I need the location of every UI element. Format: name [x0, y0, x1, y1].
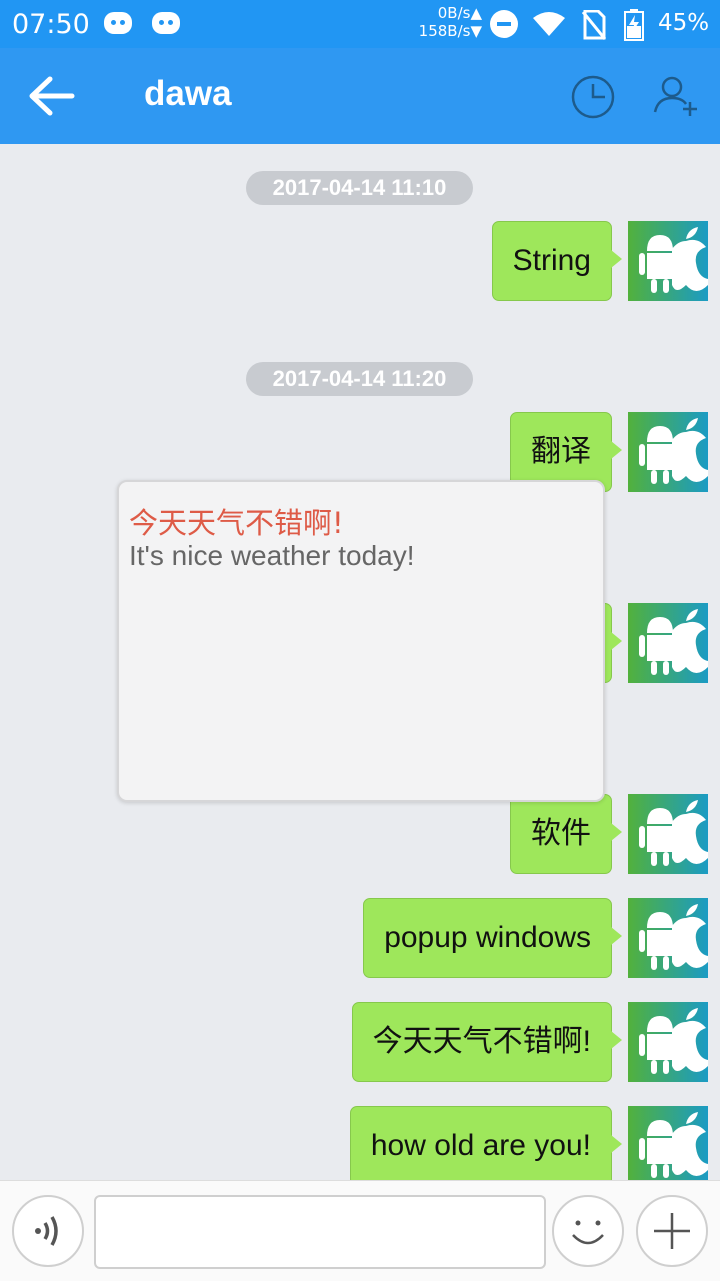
app-notification-icon	[104, 12, 132, 34]
app-bar: dawa	[0, 48, 720, 144]
message-input[interactable]	[94, 1195, 546, 1269]
message-bubble[interactable]: how old are you!	[349, 1106, 623, 1180]
no-sim-icon	[582, 10, 606, 40]
avatar[interactable]	[628, 1106, 708, 1180]
message-bubble[interactable]: 软件	[510, 794, 622, 874]
add-user-icon[interactable]	[652, 74, 700, 120]
message-bubble[interactable]: popup windows	[363, 898, 622, 978]
status-bar: 07:50 0B/s▲ 158B/s▼ 45%	[0, 0, 720, 48]
chat-title: dawa	[144, 74, 232, 113]
input-bar	[0, 1180, 720, 1281]
avatar[interactable]	[628, 603, 708, 683]
plus-icon	[654, 1213, 690, 1249]
clock-icon[interactable]	[570, 74, 616, 120]
network-speed: 0B/s▲ 158B/s▼	[410, 4, 482, 40]
battery-percent: 45%	[658, 10, 710, 36]
message-row: popup windows	[0, 898, 720, 978]
translation-popup[interactable]: 今天天气不错啊! It's nice weather today!	[117, 480, 605, 802]
message-row: 今天天气不错啊!	[0, 1002, 720, 1082]
message-bubble[interactable]: String	[491, 221, 623, 301]
emoji-icon	[572, 1220, 604, 1245]
wifi-icon	[533, 12, 565, 36]
voice-button[interactable]	[12, 1195, 84, 1267]
avatar[interactable]	[628, 794, 708, 874]
battery-icon	[624, 9, 644, 41]
message-row: 软件	[0, 794, 720, 874]
upload-speed: 0B/s▲	[437, 4, 482, 22]
timestamp: 2017-04-14 11:20	[246, 362, 473, 396]
voice-icon	[35, 1216, 58, 1246]
message-row: String	[0, 221, 720, 301]
message-bubble[interactable]: 今天天气不错啊!	[351, 1002, 623, 1082]
popup-chinese-text: 今天天气不错啊!	[129, 506, 344, 540]
app-notification-icon	[152, 12, 180, 34]
message-row: how old are you!	[0, 1106, 720, 1180]
do-not-disturb-icon	[490, 10, 518, 38]
back-arrow-icon[interactable]	[28, 76, 76, 116]
avatar[interactable]	[628, 898, 708, 978]
avatar[interactable]	[628, 1002, 708, 1082]
more-button[interactable]	[636, 1195, 708, 1267]
timestamp: 2017-04-14 11:10	[246, 171, 473, 205]
download-speed: 158B/s▼	[418, 22, 482, 40]
emoji-button[interactable]	[552, 1195, 624, 1267]
popup-english-text: It's nice weather today!	[129, 540, 415, 571]
status-time: 07:50	[12, 9, 90, 40]
avatar[interactable]	[628, 221, 708, 301]
avatar[interactable]	[628, 412, 708, 492]
